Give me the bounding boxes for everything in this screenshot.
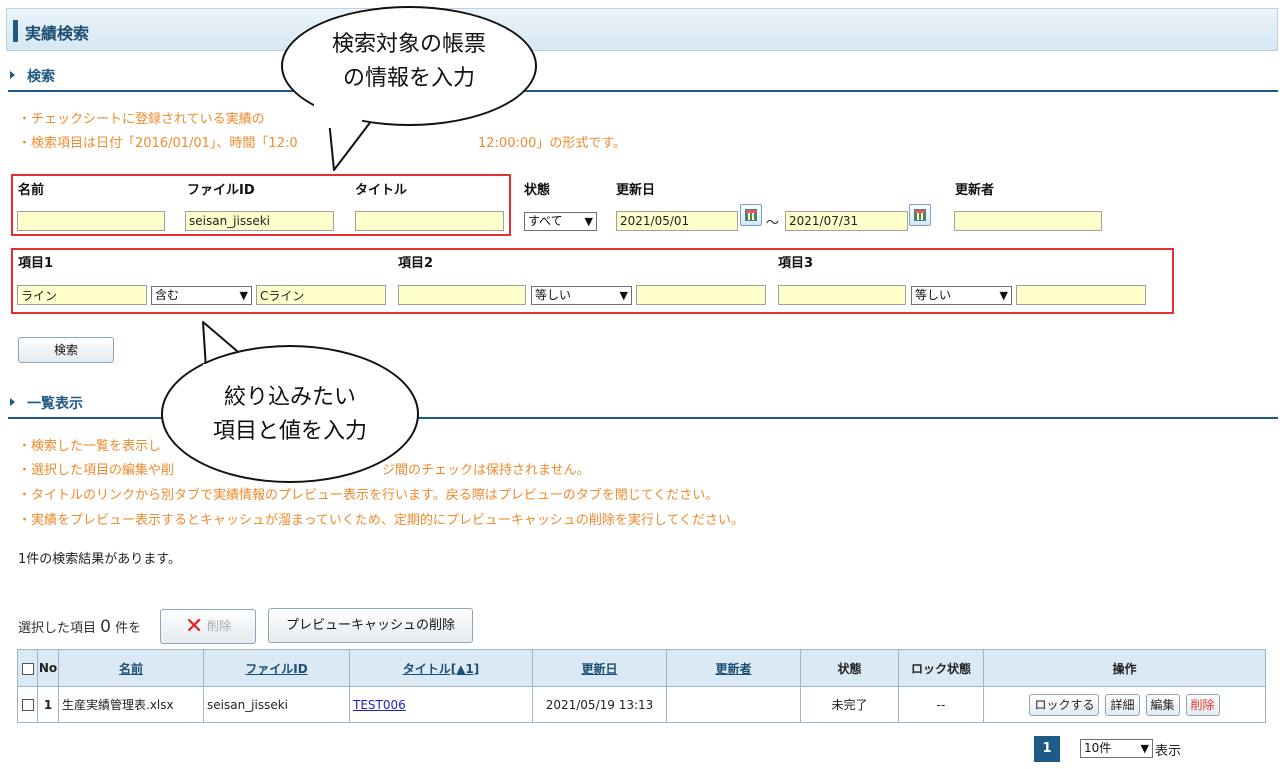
- page-1-button[interactable]: 1: [1034, 736, 1060, 762]
- row-checkbox[interactable]: [21, 699, 34, 711]
- search-note-2: ・検索項目は日付「2016/01/01」、時間「12:0: [18, 136, 298, 151]
- row-name: 生産実績管理表.xlsx: [58, 686, 204, 723]
- col-file-id[interactable]: ファイルID: [203, 649, 350, 687]
- list-note-1: ・検索した一覧を表示し: [18, 439, 162, 454]
- select-all-header: [17, 649, 38, 687]
- lock-button[interactable]: ロックする: [1029, 693, 1100, 716]
- table-row: 1 生産実績管理表.xlsx seisan_jisseki TEST006 20…: [17, 686, 1266, 723]
- per-page-suffix: 表示: [1155, 744, 1182, 759]
- search-button[interactable]: 検索: [18, 337, 114, 363]
- list-note-2: ・選択した項目の編集や削: [18, 463, 175, 478]
- callout-bubble-bottom: 絞り込みたい 項目と値を入力: [161, 345, 419, 483]
- selected-summary: 選択した項目 0 件を: [18, 617, 141, 637]
- row-updated: 2021/05/19 13:13: [532, 686, 667, 723]
- chevron-down-icon: ▼: [1140, 742, 1149, 755]
- list-note-2b: ジ間のチェックは保持されません。: [382, 463, 590, 478]
- per-page-value: 10件: [1084, 741, 1112, 755]
- search-section-divider: [8, 90, 1278, 92]
- page-title: 実績検索: [25, 24, 90, 43]
- page-header: 実績検索: [6, 8, 1278, 51]
- col-updater[interactable]: 更新者: [666, 649, 801, 687]
- clear-preview-cache-button[interactable]: プレビューキャッシュの削除: [268, 608, 473, 643]
- delete-button[interactable]: 削除: [1185, 693, 1220, 716]
- row-status: 未完了: [800, 686, 899, 723]
- calendar-icon[interactable]: [909, 204, 931, 226]
- callout-top-line2: の情報を入力: [342, 66, 475, 91]
- callout-tail-cover-top: [314, 104, 362, 128]
- col-status: 状態: [800, 649, 899, 687]
- list-section-title: 一覧表示: [10, 393, 83, 413]
- updater-input[interactable]: [954, 211, 1102, 231]
- row-title-link[interactable]: TEST006: [353, 698, 406, 712]
- bulk-delete-button[interactable]: ✕ 削除: [160, 609, 256, 644]
- row-ops: ロックする 詳細 編集 削除: [983, 686, 1266, 723]
- search-note-1: ・チェックシートに登録されている実績の: [18, 112, 265, 127]
- row-updater: [666, 686, 801, 723]
- list-note-3: ・タイトルのリンクから別タブで実績情報のプレビュー表示を行います。戻る際はプレビ…: [18, 488, 719, 503]
- row-lock: --: [898, 686, 984, 723]
- select-all-checkbox[interactable]: [21, 662, 34, 675]
- search-section-label: 検索: [27, 69, 55, 85]
- row-no: 1: [37, 686, 59, 723]
- callout-tail-cover-bottom: [203, 364, 261, 378]
- callout-bottom-line1: 絞り込みたい: [223, 385, 356, 410]
- col-lock: ロック状態: [898, 649, 984, 687]
- row-file-id: seisan_jisseki: [203, 686, 350, 723]
- status-select[interactable]: すべて ▼: [524, 212, 597, 231]
- label-status: 状態: [524, 183, 551, 198]
- results-table: No 名前 ファイルID タイトル[▲1] 更新日 更新者 状態 ロック状態 操…: [17, 649, 1266, 723]
- header-accent-bar: [13, 20, 18, 42]
- col-name[interactable]: 名前: [58, 649, 204, 687]
- row-select-cell: [17, 686, 38, 723]
- search-section-title: 検索: [10, 66, 55, 86]
- label-updated-date: 更新日: [616, 183, 656, 198]
- bulk-delete-label: 削除: [207, 619, 232, 633]
- date-to-input[interactable]: [785, 211, 908, 231]
- col-title[interactable]: タイトル[▲1]: [349, 649, 533, 687]
- selected-suffix: 件を: [115, 621, 142, 636]
- triangle-icon: [10, 71, 15, 79]
- callout-top-line1: 検索対象の帳票: [331, 32, 486, 57]
- triangle-icon: [10, 398, 15, 406]
- delete-x-icon: ✕: [184, 614, 204, 639]
- highlight-box-form: [11, 174, 511, 236]
- detail-button[interactable]: 詳細: [1105, 693, 1140, 716]
- row-title-cell: TEST006: [349, 686, 533, 723]
- callout-bottom-line2: 項目と値を入力: [212, 419, 367, 444]
- col-updated[interactable]: 更新日: [532, 649, 667, 687]
- status-select-value: すべて: [528, 214, 563, 228]
- per-page-select[interactable]: 10件 ▼: [1080, 739, 1153, 758]
- selected-prefix: 選択した項目: [18, 621, 97, 636]
- calendar-icon[interactable]: [740, 204, 762, 226]
- highlight-box-items: [11, 248, 1174, 314]
- date-range-tilde: ～: [766, 216, 780, 231]
- label-updater: 更新者: [955, 183, 995, 198]
- edit-button[interactable]: 編集: [1145, 693, 1180, 716]
- chevron-down-icon: ▼: [584, 215, 593, 228]
- selected-count: 0: [100, 617, 111, 637]
- date-from-input[interactable]: [616, 211, 738, 231]
- list-section-label: 一覧表示: [27, 396, 83, 412]
- col-ops: 操作: [983, 649, 1266, 687]
- col-no: No: [37, 649, 59, 687]
- list-note-4: ・実績をプレビュー表示するとキャッシュが溜まっていくため、定期的にプレビューキャ…: [18, 513, 745, 528]
- result-count: 1件の検索結果があります。: [18, 552, 181, 567]
- search-note-2b: 12:00:00」の形式です。: [478, 136, 627, 151]
- table-header-row: No 名前 ファイルID タイトル[▲1] 更新日 更新者 状態 ロック状態 操…: [17, 649, 1266, 687]
